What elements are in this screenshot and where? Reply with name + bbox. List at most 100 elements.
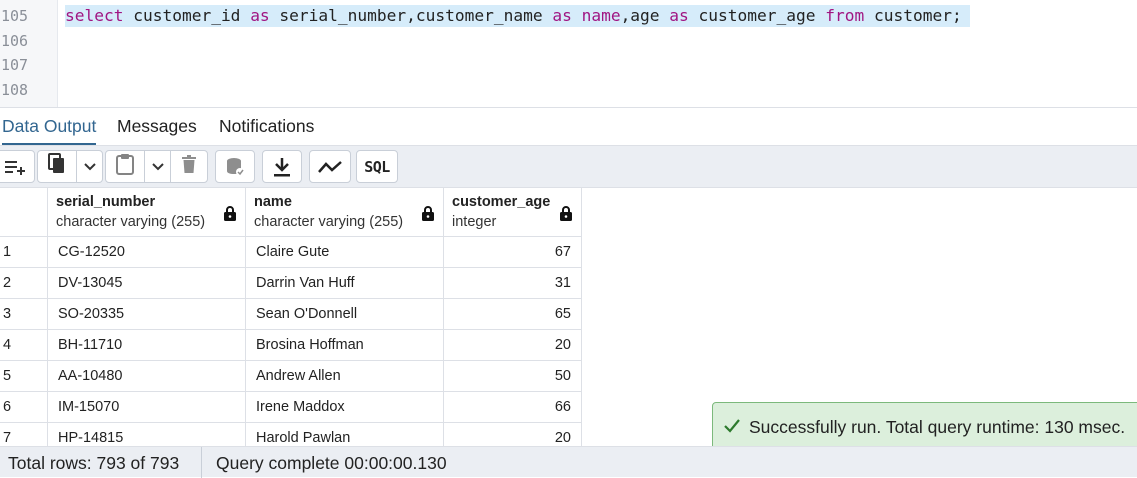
- download-icon: [273, 157, 291, 177]
- sql-keyword: as: [552, 6, 572, 25]
- sql-text: customer_id: [123, 6, 251, 25]
- lock-icon: [560, 206, 572, 226]
- cell-customer-age[interactable]: 20: [444, 423, 582, 446]
- save-data-icon: [225, 157, 245, 177]
- sql-text: customer_age: [688, 6, 826, 25]
- chevron-down-icon: [83, 158, 96, 176]
- cell-serial-number[interactable]: IM-15070: [48, 392, 246, 423]
- cell-name[interactable]: Brosina Hoffman: [246, 330, 444, 361]
- table-row[interactable]: 3 SO-20335 Sean O'Donnell 65: [0, 299, 582, 330]
- column-header-name[interactable]: name character varying (255): [246, 188, 444, 237]
- column-header-serial-number[interactable]: serial_number character varying (255): [48, 188, 246, 237]
- copy-button[interactable]: [38, 151, 76, 182]
- table-row[interactable]: 6 IM-15070 Irene Maddox 66: [0, 392, 582, 423]
- paste-button[interactable]: [106, 151, 144, 182]
- line-number: 105: [1, 7, 29, 25]
- copy-options-dropdown[interactable]: [76, 151, 102, 182]
- sql-keyword: as: [250, 6, 270, 25]
- column-name: name: [254, 194, 292, 210]
- graph-icon: [318, 160, 342, 174]
- add-row-icon: [3, 158, 29, 176]
- paste-options-dropdown[interactable]: [144, 151, 170, 182]
- cell-customer-age[interactable]: 31: [444, 268, 582, 299]
- cell-serial-number[interactable]: BH-11710: [48, 330, 246, 361]
- add-row-button[interactable]: [0, 150, 35, 183]
- cell-serial-number[interactable]: DV-13045: [48, 268, 246, 299]
- tab-notifications[interactable]: Notifications: [219, 116, 314, 143]
- delete-icon: [182, 155, 196, 178]
- save-data-button[interactable]: [215, 150, 255, 183]
- data-grid: serial_number character varying (255) na…: [0, 188, 582, 446]
- cell-serial-number[interactable]: AA-10480: [48, 361, 246, 392]
- cell-customer-age[interactable]: 20: [444, 330, 582, 361]
- column-name: customer_age: [452, 194, 551, 210]
- row-number[interactable]: 1: [0, 237, 48, 268]
- notification-message: Successfully run. Total query runtime: 1…: [749, 417, 1126, 437]
- cell-name[interactable]: Harold Pawlan: [246, 423, 444, 446]
- status-divider: [201, 447, 202, 478]
- sql-button[interactable]: SQL: [356, 150, 398, 183]
- column-name: serial_number: [56, 194, 156, 210]
- column-header-customer-age[interactable]: customer_age integer: [444, 188, 582, 237]
- copy-button-group: [37, 150, 103, 183]
- cell-serial-number[interactable]: CG-12520: [48, 237, 246, 268]
- sql-text: customer;: [864, 6, 962, 25]
- status-bar: Total rows: 793 of 793 Query complete 00…: [0, 446, 1137, 478]
- cell-customer-age[interactable]: 66: [444, 392, 582, 423]
- cell-serial-number[interactable]: SO-20335: [48, 299, 246, 330]
- paste-icon: [116, 153, 134, 180]
- table-row[interactable]: 1 CG-12520 Claire Gute 67: [0, 237, 582, 268]
- cell-name[interactable]: Irene Maddox: [246, 392, 444, 423]
- table-row[interactable]: 4 BH-11710 Brosina Hoffman 20: [0, 330, 582, 361]
- table-row[interactable]: 5 AA-10480 Andrew Allen 50: [0, 361, 582, 392]
- cell-customer-age[interactable]: 65: [444, 299, 582, 330]
- cell-name[interactable]: Sean O'Donnell: [246, 299, 444, 330]
- row-number[interactable]: 6: [0, 392, 48, 423]
- total-rows-status: Total rows: 793 of 793: [8, 453, 180, 473]
- row-number[interactable]: 2: [0, 268, 48, 299]
- cell-name[interactable]: Andrew Allen: [246, 361, 444, 392]
- cell-serial-number[interactable]: HP-14815: [48, 423, 246, 446]
- lock-icon: [224, 206, 236, 226]
- line-number: 107: [1, 56, 29, 74]
- cell-customer-age[interactable]: 50: [444, 361, 582, 392]
- row-number[interactable]: 3: [0, 299, 48, 330]
- download-button[interactable]: [262, 150, 302, 183]
- column-type: integer: [452, 214, 497, 230]
- sql-keyword: select: [65, 6, 124, 25]
- sql-editor[interactable]: 105 106 107 108 select customer_id as se…: [0, 0, 1137, 107]
- sql-keyword: name: [581, 6, 621, 25]
- cell-customer-age[interactable]: 67: [444, 237, 582, 268]
- row-number[interactable]: 5: [0, 361, 48, 392]
- paste-button-group: [105, 150, 208, 183]
- lock-icon: [422, 206, 434, 226]
- result-tabs: Data Output Messages Notifications: [0, 107, 1137, 146]
- cell-name[interactable]: Darrin Van Huff: [246, 268, 444, 299]
- data-toolbar: SQL: [0, 146, 1137, 188]
- column-type: character varying (255): [254, 214, 404, 230]
- table-row[interactable]: 2 DV-13045 Darrin Van Huff 31: [0, 268, 582, 299]
- sql-icon: SQL: [364, 157, 390, 176]
- delete-row-button[interactable]: [170, 151, 207, 182]
- checkmark-icon: [723, 418, 741, 439]
- row-number-header: [0, 188, 48, 237]
- column-type: character varying (255): [56, 214, 206, 230]
- code-line-selected[interactable]: select customer_id as serial_number,cust…: [65, 5, 970, 27]
- tab-messages[interactable]: Messages: [117, 116, 197, 143]
- sql-text: serial_number,customer_name: [269, 6, 553, 25]
- sql-keyword: from: [825, 6, 865, 25]
- graph-visualiser-button[interactable]: [309, 150, 351, 183]
- copy-icon: [48, 153, 66, 180]
- sql-text: ,age: [620, 6, 670, 25]
- row-number[interactable]: 7: [0, 423, 48, 446]
- line-number-gutter: 105 106 107 108: [0, 0, 58, 107]
- line-number: 106: [1, 32, 29, 50]
- table-row[interactable]: 7 HP-14815 Harold Pawlan 20: [0, 423, 582, 446]
- success-notification[interactable]: Successfully run. Total query runtime: 1…: [712, 402, 1137, 451]
- row-number[interactable]: 4: [0, 330, 48, 361]
- cell-name[interactable]: Claire Gute: [246, 237, 444, 268]
- sql-keyword: as: [669, 6, 689, 25]
- tab-data-output[interactable]: Data Output: [2, 116, 97, 145]
- chevron-down-icon: [151, 158, 164, 176]
